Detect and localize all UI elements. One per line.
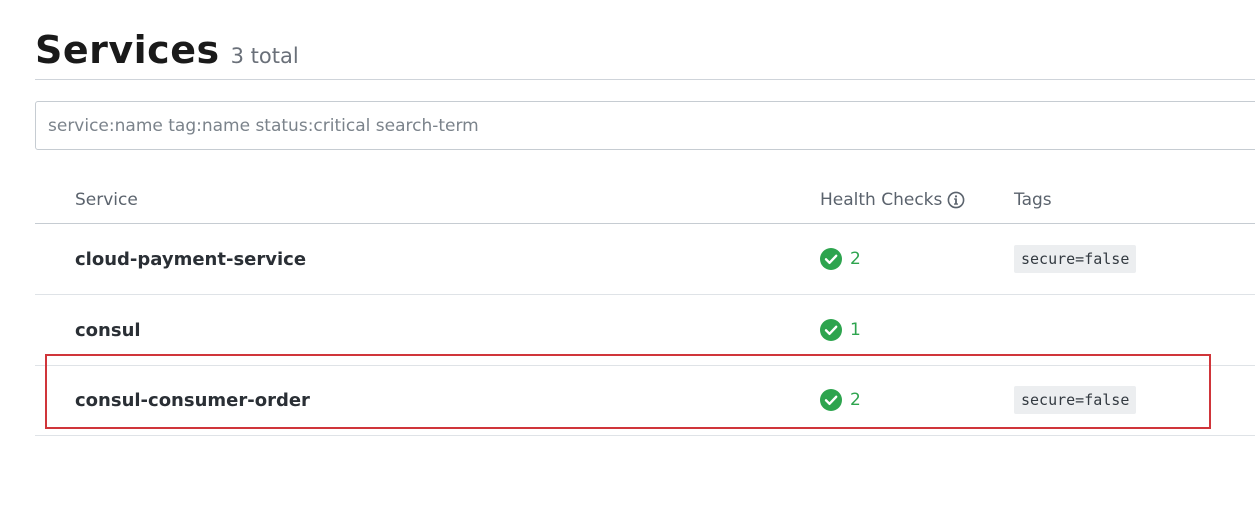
health-checks-cell: 1 bbox=[820, 319, 861, 341]
health-checks-cell: 2 bbox=[820, 389, 861, 411]
table-row[interactable]: consul 1 bbox=[35, 295, 1255, 366]
search-box[interactable] bbox=[35, 101, 1255, 150]
check-circle-icon bbox=[820, 389, 842, 411]
info-circle-icon[interactable] bbox=[947, 191, 965, 209]
page-header: Services 3 total bbox=[35, 28, 299, 72]
column-header-health-checks: Health Checks bbox=[820, 190, 965, 210]
health-checks-cell: 2 bbox=[820, 248, 861, 270]
service-name-link[interactable]: consul bbox=[75, 320, 141, 341]
column-header-health-label: Health Checks bbox=[820, 190, 943, 210]
page-title: Services bbox=[35, 28, 220, 72]
service-name-link[interactable]: consul-consumer-order bbox=[75, 390, 310, 411]
service-count: 3 total bbox=[230, 44, 299, 68]
health-passing-count: 2 bbox=[850, 390, 861, 410]
table-header: Service Health Checks Tags bbox=[35, 176, 1255, 224]
header-divider bbox=[35, 79, 1255, 80]
check-circle-icon bbox=[820, 248, 842, 270]
tag-badge: secure=false bbox=[1014, 386, 1137, 414]
tag-badge: secure=false bbox=[1014, 245, 1137, 273]
service-name-link[interactable]: cloud-payment-service bbox=[75, 249, 306, 270]
check-circle-icon bbox=[820, 319, 842, 341]
column-header-tags: Tags bbox=[1014, 190, 1052, 210]
search-input[interactable] bbox=[36, 102, 1255, 149]
health-passing-count: 2 bbox=[850, 249, 861, 269]
table-row[interactable]: consul-consumer-order 2 secure=false bbox=[35, 365, 1255, 436]
table-row[interactable]: cloud-payment-service 2 secure=false bbox=[35, 224, 1255, 295]
column-header-service: Service bbox=[75, 190, 138, 210]
health-passing-count: 1 bbox=[850, 320, 861, 340]
